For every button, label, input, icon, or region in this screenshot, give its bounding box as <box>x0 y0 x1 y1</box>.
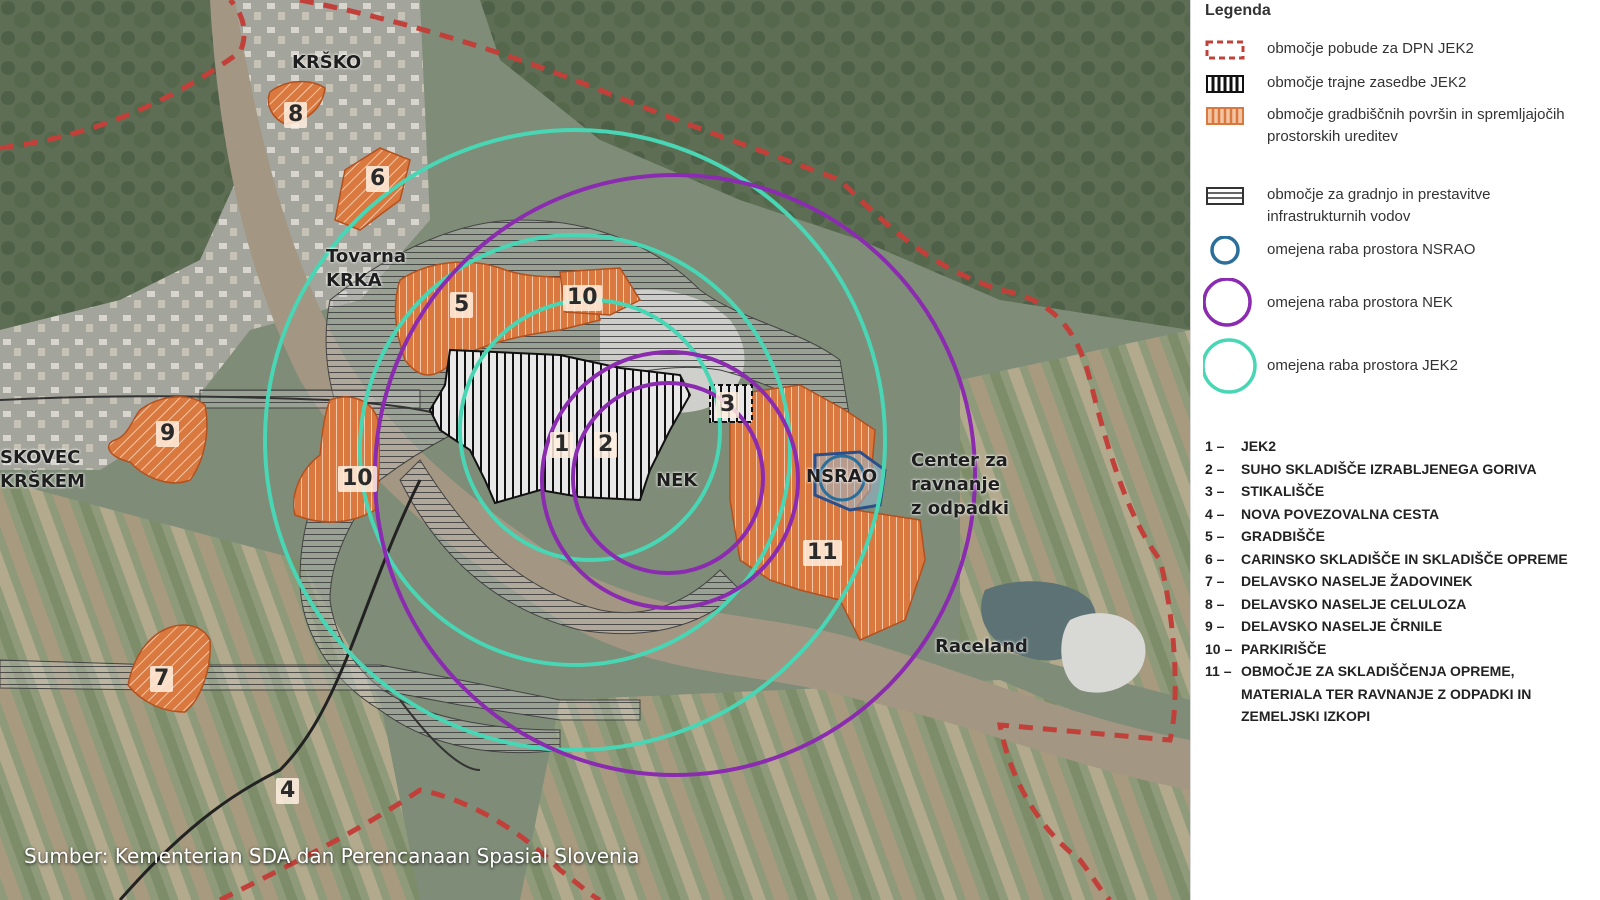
place-raceland: Raceland <box>935 636 1028 657</box>
area-1-label: 1 <box>550 432 574 458</box>
key-item-7: 7 – DELAVSKO NASELJE ŽADOVINEK <box>1205 573 1473 589</box>
place-nek: NEK <box>656 470 698 491</box>
place-tovarna-krka-line2: KRKA <box>326 270 382 291</box>
place-leskovec-line2: KRŠKEM <box>0 471 85 492</box>
key-item-8: 8 – DELAVSKO NASELJE CELULOZA <box>1205 595 1467 612</box>
area-10-top-label: 10 <box>563 285 602 311</box>
map-area[interactable]: 8 6 5 10 9 10 1 2 3 11 7 4 KRŠKO Tovarna… <box>0 0 1190 900</box>
dashed-red-rect-icon <box>1205 40 1245 60</box>
key-item-2: 2 – SUHO SKLADIŠČE IZRABLJENEGA GORIVA <box>1205 460 1537 477</box>
area-3-label: 3 <box>716 392 740 418</box>
key-item-11: 11 – OBMOČJE ZA SKLADIŠČENJA OPREME, MATE… <box>1205 663 1532 724</box>
legend-item-nsrao: omejena raba prostora NSRAO <box>1197 236 1593 268</box>
place-nsrao: NSRAO <box>806 466 878 487</box>
place-center-line1: Center za <box>911 450 1008 471</box>
number-key-list: 1 – JEK2 2 – SUHO SKLADIŠČE IZRABLJENEGA G… <box>1205 435 1595 728</box>
place-center-line2: ravnanje <box>911 474 1000 495</box>
orange-hatch-rect-icon <box>1206 107 1244 125</box>
area-10-left-label: 10 <box>338 466 377 492</box>
teal-circle-icon <box>1203 338 1257 394</box>
area-6-label: 6 <box>366 166 390 192</box>
area-8-label: 8 <box>284 102 308 128</box>
legend-item-nek: omejena raba prostora NEK <box>1197 278 1593 330</box>
area-7-label: 7 <box>150 666 174 692</box>
place-tovarna-krka-line1: Tovarna <box>326 246 406 267</box>
gray-stripe-rect-icon <box>1206 187 1244 205</box>
key-item-6: 6 – CARINSKO SKLADIŠČE IN SKLADIŠČE OPREM… <box>1205 550 1568 567</box>
legend-item-permanent: območje trajne zasedbe JEK2 <box>1197 72 1593 96</box>
key-item-9: 9 – DELAVSKO NASELJE ČRNILE <box>1205 618 1443 634</box>
purple-circle-icon <box>1203 278 1252 327</box>
area-5-label: 5 <box>450 292 474 318</box>
place-krsko: KRŠKO <box>292 52 362 73</box>
legend-panel: Legenda območje pobude za DPN JEK2 območ… <box>1190 0 1600 900</box>
key-item-5: 5 – GRADBIŠČE <box>1205 528 1326 544</box>
blue-circle-icon <box>1210 236 1240 265</box>
place-leskovec-line1: SKOVEC <box>0 447 81 468</box>
area-4-label: 4 <box>276 778 300 804</box>
legend-title: Legenda <box>1205 2 1271 19</box>
key-item-4: 4 – NOVA POVEZOVALNA CESTA <box>1205 505 1440 522</box>
black-hatch-rect-icon <box>1206 75 1244 93</box>
key-item-10: 10 – PARKIRIŠČE <box>1205 640 1327 657</box>
area-11-label: 11 <box>803 540 842 566</box>
legend-item-infrastructure: območje za gradnjo in prestavitve infras… <box>1197 184 1593 228</box>
area-9-label: 9 <box>156 421 180 447</box>
place-center-line3: z odpadki <box>911 498 1010 519</box>
legend-item-construction: območje gradbiščnih površin in spremljaj… <box>1197 104 1593 176</box>
key-item-3: 3 – STIKALIŠČE <box>1205 483 1325 499</box>
key-item-1: 1 – JEK2 <box>1205 438 1277 454</box>
area-2-label: 2 <box>594 432 618 458</box>
legend-item-jek2: omejena raba prostora JEK2 <box>1197 338 1593 398</box>
source-caption: Sumber: Kementerian SDA dan Perencanaan … <box>24 844 640 868</box>
legend-item-dpn: območje pobude za DPN JEK2 <box>1197 38 1593 62</box>
